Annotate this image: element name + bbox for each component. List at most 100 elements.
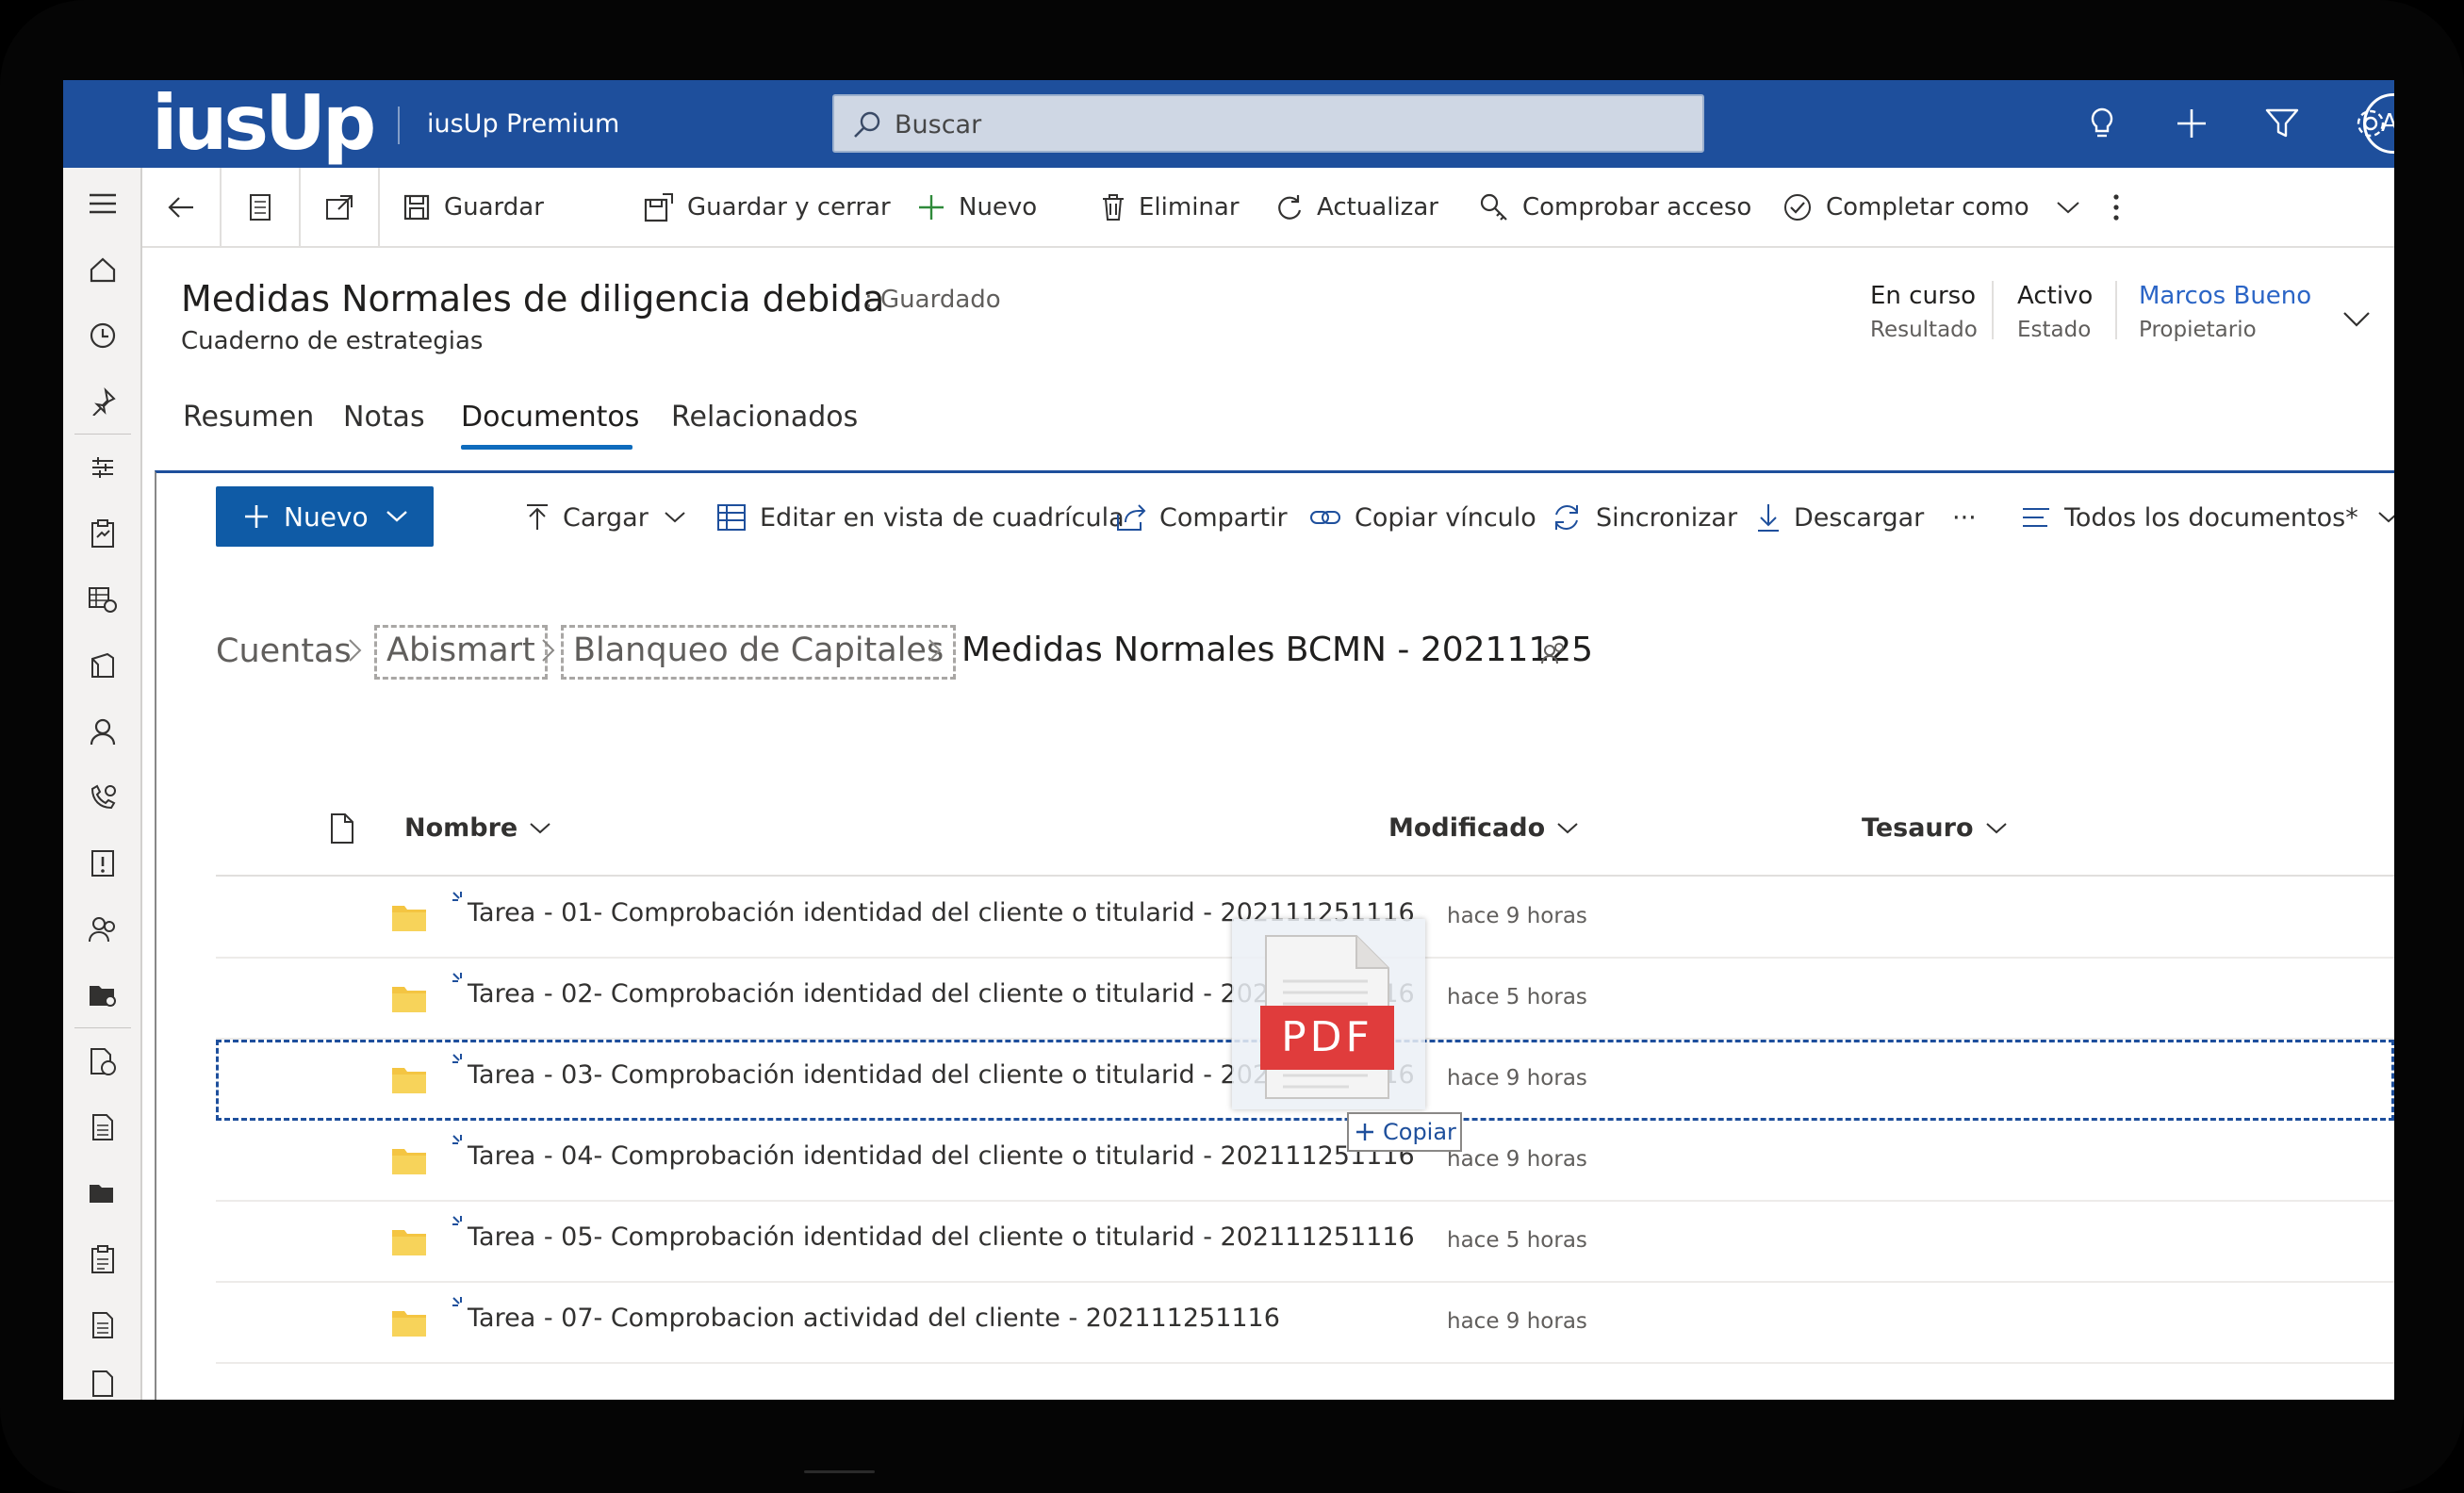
complete-as-button[interactable]: Completar como bbox=[1782, 168, 2094, 247]
column-modified-label: Modificado bbox=[1388, 813, 1546, 843]
tab-documents[interactable]: Documentos bbox=[461, 401, 639, 434]
modified-date: hace 9 horas bbox=[1447, 1309, 1587, 1334]
owner-link[interactable]: Marcos Bueno bbox=[2139, 282, 2311, 310]
filter-icon[interactable] bbox=[2259, 101, 2305, 146]
view-selector[interactable]: Todos los documentos* bbox=[2021, 499, 2394, 536]
save-close-icon bbox=[644, 193, 673, 222]
folder-name[interactable]: Tarea - 04- Comprobación identidad del c… bbox=[468, 1141, 1415, 1171]
download-icon bbox=[1758, 504, 1779, 532]
delete-button[interactable]: Eliminar bbox=[1101, 168, 1240, 247]
search-icon bbox=[854, 111, 880, 138]
chevron-right-icon bbox=[349, 639, 362, 662]
save-and-close-button[interactable]: Guardar y cerrar bbox=[644, 168, 891, 247]
column-header-thesaurus[interactable]: Tesauro bbox=[1862, 813, 2008, 843]
clipboard-icon[interactable] bbox=[80, 513, 125, 554]
refresh-icon bbox=[1278, 195, 1302, 220]
chevron-down-icon bbox=[1985, 822, 2007, 833]
upload-button[interactable]: Cargar bbox=[525, 499, 686, 536]
more-vertical-icon bbox=[2113, 194, 2119, 221]
check-access-button[interactable]: Comprobar acceso bbox=[1479, 168, 1751, 247]
recent-icon[interactable] bbox=[80, 315, 125, 356]
tab-notes[interactable]: Notas bbox=[343, 401, 425, 434]
report-icon[interactable] bbox=[80, 1304, 125, 1346]
edit-grid-view-button[interactable]: Editar en vista de cuadrícula bbox=[716, 499, 1125, 536]
hamburger-menu-icon[interactable] bbox=[80, 183, 125, 224]
pdf-badge: PDF bbox=[1260, 1006, 1394, 1070]
shared-people-icon[interactable] bbox=[1539, 640, 1568, 668]
column-header-modified[interactable]: Modificado bbox=[1388, 813, 1579, 843]
divider bbox=[398, 107, 400, 144]
device-frame: iusUp iusUp Premium A bbox=[0, 0, 2464, 1493]
file-type-icon[interactable] bbox=[329, 812, 355, 845]
modified-date: hace 9 horas bbox=[1447, 904, 1587, 928]
drag-preview: PDF bbox=[1232, 919, 1425, 1109]
app-logo[interactable]: iusUp bbox=[152, 84, 376, 163]
delete-label: Eliminar bbox=[1139, 193, 1240, 221]
app-name[interactable]: iusUp Premium bbox=[427, 108, 619, 140]
form-view-icon[interactable] bbox=[222, 168, 301, 247]
more-commands-button[interactable] bbox=[2112, 168, 2133, 247]
trash-icon bbox=[1103, 194, 1124, 221]
download-label: Descargar bbox=[1794, 502, 1925, 533]
folder-icon bbox=[392, 906, 426, 931]
new-document-button[interactable]: Nuevo bbox=[216, 486, 434, 547]
download-button[interactable]: Descargar bbox=[1756, 499, 1924, 536]
process-icon[interactable] bbox=[80, 447, 125, 488]
open-folder-icon[interactable] bbox=[80, 1173, 125, 1214]
breadcrumb-item[interactable]: Blanqueo de Capitales bbox=[561, 625, 957, 680]
header-field-result: En curso Resultado bbox=[1870, 282, 1978, 342]
more-options-button[interactable]: ··· bbox=[1952, 499, 1977, 536]
pinned-icon[interactable] bbox=[80, 381, 125, 422]
folder-row[interactable]: Tarea - 04- Comprobación identidad del c… bbox=[216, 1121, 2394, 1202]
breadcrumb-current: Medidas Normales BCMN - 20211125 bbox=[961, 631, 1594, 669]
save-and-close-label: Guardar y cerrar bbox=[687, 193, 891, 221]
view-selector-label: Todos los documentos* bbox=[2064, 502, 2358, 533]
folder-row[interactable]: Tarea - 07- Comprobacion actividad del c… bbox=[216, 1283, 2394, 1364]
save-button[interactable]: Guardar bbox=[402, 168, 544, 247]
breadcrumb-item[interactable]: Abismart bbox=[374, 625, 548, 680]
checklist-icon[interactable] bbox=[80, 1239, 125, 1280]
folder-name[interactable]: Tarea - 07- Comprobacion actividad del c… bbox=[468, 1304, 1280, 1333]
copy-link-button[interactable]: Copiar vínculo bbox=[1309, 499, 1536, 536]
tab-summary[interactable]: Resumen bbox=[183, 401, 314, 434]
folder-settings-icon[interactable] bbox=[80, 975, 125, 1016]
owner-label: Propietario bbox=[2139, 318, 2257, 342]
contact-icon[interactable] bbox=[80, 711, 125, 752]
document-edit-icon[interactable] bbox=[80, 1363, 125, 1400]
folder-row[interactable]: Tarea - 05- Comprobación identidad del c… bbox=[216, 1202, 2394, 1283]
document-stack-icon[interactable] bbox=[80, 645, 125, 686]
divider bbox=[74, 434, 131, 435]
chevron-down-icon bbox=[1557, 822, 1578, 833]
calendar-table-icon[interactable] bbox=[80, 579, 125, 620]
share-label: Compartir bbox=[1159, 502, 1288, 533]
chevron-down-icon bbox=[2378, 512, 2394, 523]
tab-related[interactable]: Relacionados bbox=[671, 401, 858, 434]
divider bbox=[74, 1027, 131, 1028]
grid-icon bbox=[717, 504, 746, 531]
modified-date: hace 5 horas bbox=[1447, 1228, 1587, 1253]
sync-label: Sincronizar bbox=[1596, 502, 1738, 533]
breadcrumb-item[interactable]: Cuentas bbox=[216, 632, 352, 670]
document-clock-icon[interactable] bbox=[80, 1041, 125, 1082]
add-icon bbox=[919, 195, 944, 220]
status-value: Activo bbox=[2017, 282, 2094, 310]
folder-icon bbox=[392, 1068, 426, 1093]
people-icon[interactable] bbox=[80, 909, 125, 950]
open-new-window-icon[interactable] bbox=[301, 168, 380, 247]
folder-name[interactable]: Tarea - 05- Comprobación identidad del c… bbox=[468, 1222, 1415, 1252]
header-expand-chevron-icon[interactable] bbox=[2342, 304, 2371, 333]
document-icon[interactable] bbox=[80, 1107, 125, 1148]
add-icon[interactable] bbox=[2169, 101, 2214, 146]
home-icon[interactable] bbox=[80, 249, 125, 290]
chevron-down-icon bbox=[665, 512, 685, 523]
left-navigation bbox=[63, 168, 142, 1400]
search-input[interactable] bbox=[895, 104, 1667, 145]
search-box[interactable] bbox=[832, 94, 1704, 153]
sync-button[interactable]: Sincronizar bbox=[1551, 499, 1737, 536]
back-button[interactable] bbox=[142, 168, 222, 247]
share-button[interactable]: Compartir bbox=[1116, 499, 1288, 536]
column-header-name[interactable]: Nombre bbox=[404, 813, 551, 843]
refresh-button[interactable]: Actualizar bbox=[1275, 168, 1438, 247]
new-button[interactable]: Nuevo bbox=[917, 168, 1037, 247]
lightbulb-icon[interactable] bbox=[2079, 101, 2125, 146]
